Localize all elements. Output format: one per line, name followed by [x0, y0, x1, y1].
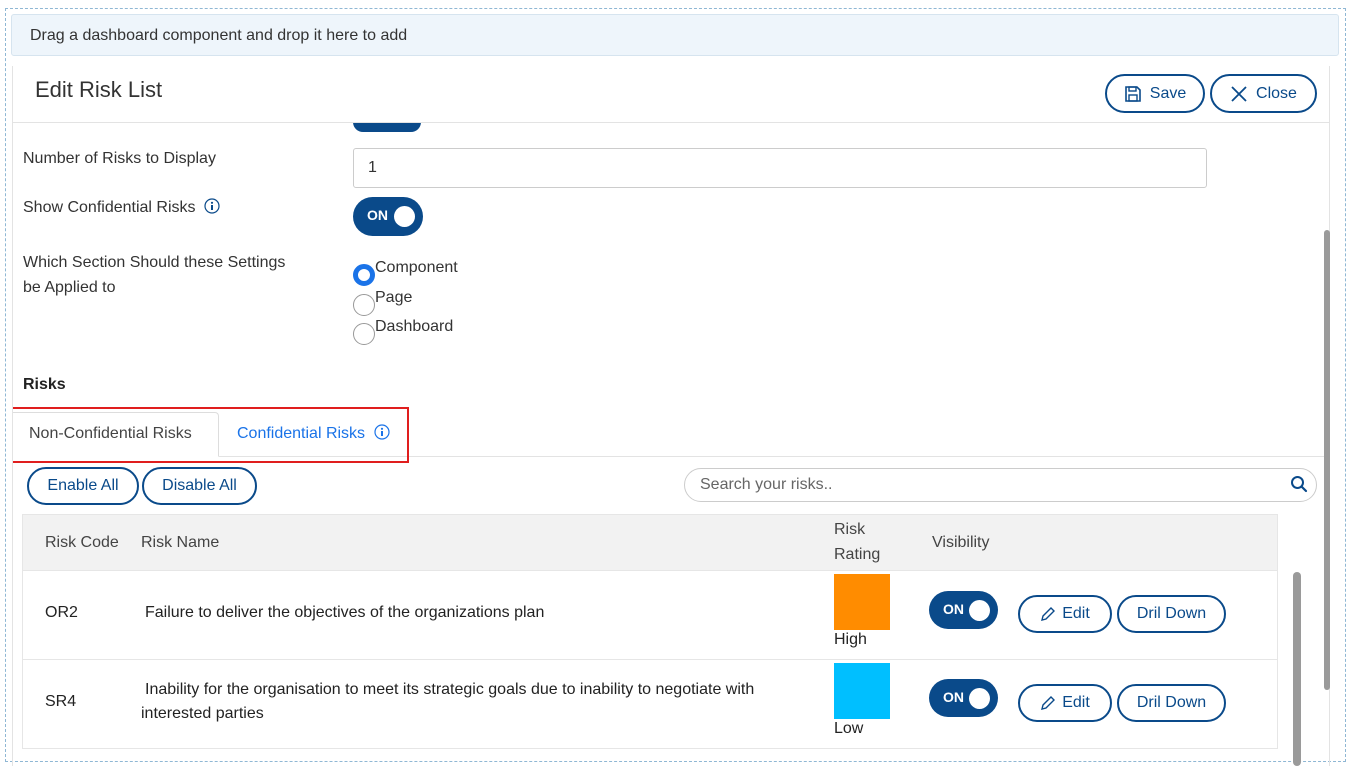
radio-button[interactable] — [353, 294, 375, 316]
radio-page[interactable]: Page — [353, 289, 412, 316]
risk-rating-swatch — [834, 574, 890, 630]
save-icon — [1124, 85, 1141, 102]
toggle-state: ON — [943, 601, 964, 617]
drop-banner: Drag a dashboard component and drop it h… — [11, 14, 1339, 56]
toggle-state: ON — [943, 689, 964, 705]
show-confidential-toggle[interactable]: ON — [353, 197, 423, 236]
show-confidential-text: Show Confidential Risks — [23, 199, 196, 216]
radio-label: Page — [375, 289, 413, 306]
table-scrollbar[interactable] — [1293, 572, 1301, 766]
risk-code: SR4 — [45, 693, 77, 710]
close-label: Close — [1256, 84, 1297, 102]
num-risks-label: Number of Risks to Display — [23, 150, 216, 167]
col-risk-name: Risk Name — [141, 534, 220, 551]
edit-button[interactable]: Edit — [1018, 595, 1112, 633]
toggle-knob — [394, 206, 415, 227]
save-label: Save — [1149, 84, 1187, 102]
col-risk-rating-2: Rating — [834, 546, 881, 563]
risk-name: Failure to deliver the objectives of the… — [145, 604, 545, 621]
risk-code: OR2 — [45, 604, 78, 621]
table-header: Risk Code Risk Name Risk Rating Visibili… — [22, 514, 1278, 571]
radio-dashboard[interactable]: Dashboard — [353, 318, 453, 345]
search-input[interactable] — [698, 475, 1258, 495]
edit-button[interactable]: Edit — [1018, 684, 1112, 722]
edit-label: Edit — [1062, 694, 1090, 711]
disable-all-button[interactable]: Disable All — [142, 467, 257, 505]
table-row: OR2 Failure to deliver the objectives of… — [22, 571, 1278, 660]
tabs-highlight-box — [13, 407, 409, 463]
show-confidential-label: Show Confidential Risks — [23, 195, 220, 220]
risks-table: Risk Code Risk Name Risk Rating Visibili… — [22, 514, 1278, 749]
num-risks-input[interactable] — [353, 148, 1207, 188]
radio-label: Component — [375, 259, 458, 276]
visibility-toggle[interactable]: ON — [929, 591, 998, 629]
risk-rating-swatch — [834, 663, 890, 719]
close-button[interactable]: Close — [1210, 74, 1317, 113]
radio-button[interactable] — [353, 323, 375, 345]
radio-button[interactable] — [353, 264, 375, 286]
pencil-icon — [1041, 607, 1056, 621]
toggle-knob — [969, 688, 990, 709]
panel-scrollbar[interactable] — [1324, 230, 1330, 690]
save-button[interactable]: Save — [1105, 74, 1205, 113]
col-risk-code: Risk Code — [45, 534, 119, 551]
risk-name: Inability for the organisation to meet i… — [141, 681, 755, 722]
apply-section-label-2: be Applied to — [23, 279, 116, 296]
pencil-icon — [1041, 696, 1056, 710]
page-title: Edit Risk List — [35, 77, 163, 102]
edit-risk-list-panel: Edit Risk List Save Close Number of Risk… — [12, 66, 1330, 766]
col-visibility: Visibility — [932, 534, 990, 551]
visibility-toggle[interactable]: ON — [929, 679, 998, 717]
close-icon — [1231, 85, 1247, 102]
drill-down-button[interactable]: Dril Down — [1117, 684, 1226, 722]
risk-rating-label: Low — [834, 720, 864, 737]
col-risk-rating-1: Risk — [834, 521, 866, 538]
toggle-knob — [969, 600, 990, 621]
risk-rating-label: High — [834, 631, 867, 648]
enable-all-button[interactable]: Enable All — [27, 467, 139, 505]
info-icon — [204, 198, 220, 214]
risks-section-title: Risks — [23, 376, 66, 393]
toggle-state: ON — [367, 207, 388, 223]
radio-component[interactable]: Component — [353, 259, 458, 286]
search-icon[interactable] — [1290, 475, 1308, 493]
apply-section-label-1: Which Section Should these Settings — [23, 254, 286, 271]
panel-header: Edit Risk List Save Close — [13, 66, 1329, 123]
risk-search — [684, 468, 1317, 502]
edit-label: Edit — [1062, 605, 1090, 622]
drill-down-button[interactable]: Dril Down — [1117, 595, 1226, 633]
table-row: SR4 Inability for the organisation to me… — [22, 660, 1278, 749]
radio-label: Dashboard — [375, 318, 454, 335]
